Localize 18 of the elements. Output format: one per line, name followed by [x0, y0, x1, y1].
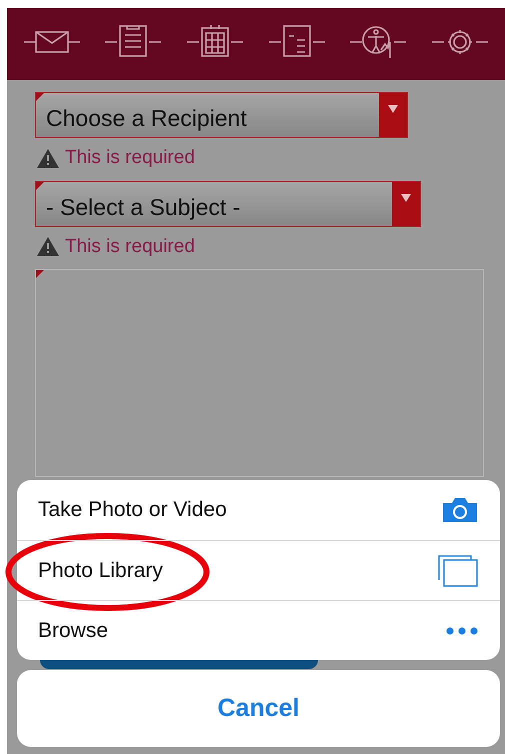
warning-icon [37, 237, 59, 256]
dropdown[interactable]: Choose a Recipient [35, 92, 408, 138]
menu-item[interactable]: Take Photo or Video [17, 480, 500, 540]
menu-item[interactable]: Browse [17, 600, 500, 660]
warning-icon [37, 148, 59, 168]
required-marker [36, 270, 44, 278]
caret-icon [388, 105, 398, 113]
camera-icon [442, 497, 478, 523]
menu-item[interactable]: Photo Library [17, 540, 500, 600]
required-marker [36, 93, 44, 101]
dropdown[interactable]: - Select a Subject - [35, 180, 421, 226]
error-message: This is required [65, 234, 195, 258]
cancel-button[interactable]: Cancel [17, 670, 500, 747]
photo-library-icon [438, 554, 478, 586]
required-marker [36, 182, 44, 190]
more-icon [446, 626, 478, 634]
caret-icon [401, 194, 411, 202]
error-message: This is required [65, 146, 195, 170]
